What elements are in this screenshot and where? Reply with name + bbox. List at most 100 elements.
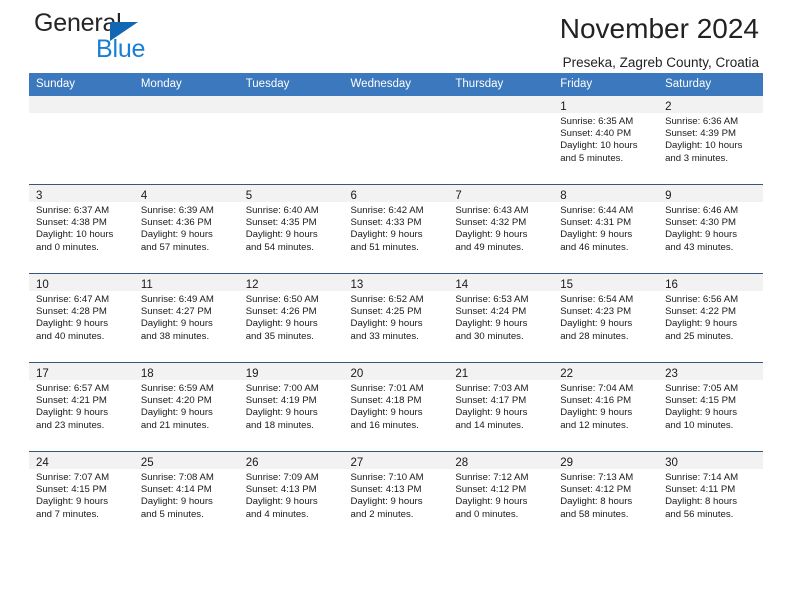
day-detail-line: Daylight: 9 hours [560, 229, 633, 241]
day-cell-content: 22 Sunrise: 7:04 AM Sunset: 4:16 PM Dayligh… [553, 363, 659, 451]
day-detail-line: Sunset: 4:21 PM [36, 395, 107, 407]
day-details: Sunrise: 6:47 AM Sunset: 4:28 PM Daylight:… [29, 291, 134, 343]
calendar-day-cell[interactable]: 15 Sunrise: 6:54 AM Sunset: 4:23 PM Dayligh… [553, 273, 659, 363]
day-number: 30 [665, 457, 678, 469]
calendar-empty-cell [29, 96, 134, 185]
calendar-day-cell[interactable]: 12 Sunrise: 6:50 AM Sunset: 4:26 PM Dayligh… [238, 273, 344, 363]
calendar-day-cell[interactable]: 4 Sunrise: 6:39 AM Sunset: 4:36 PM Daylight… [133, 184, 239, 274]
calendar-day-cell[interactable]: 6 Sunrise: 6:42 AM Sunset: 4:33 PM Daylight… [343, 184, 449, 274]
day-cell-content: 17 Sunrise: 6:57 AM Sunset: 4:21 PM Dayligh… [29, 363, 134, 451]
general-blue-logo[interactable]: General Blue [34, 9, 244, 65]
day-details: Sunrise: 6:49 AM Sunset: 4:27 PM Daylight:… [134, 291, 239, 343]
day-number-band [448, 96, 554, 113]
calendar-day-cell[interactable]: 16 Sunrise: 6:56 AM Sunset: 4:22 PM Dayligh… [658, 273, 763, 363]
day-number: 19 [245, 368, 259, 380]
day-detail-line: Sunrise: 6:42 AM [350, 205, 424, 216]
calendar-day-cell[interactable]: 8 Sunrise: 6:44 AM Sunset: 4:31 PM Daylight… [553, 184, 659, 274]
weekday-header-thursday: Thursday [448, 73, 554, 96]
logo-primary-text: General [34, 9, 122, 37]
day-detail-line: Daylight: 9 hours [560, 318, 633, 330]
day-detail-line: and 30 minutes. [455, 330, 524, 342]
day-detail-line: Sunset: 4:26 PM [245, 306, 317, 318]
day-detail-line: Sunset: 4:25 PM [350, 306, 422, 318]
day-detail-line: Sunset: 4:24 PM [455, 306, 527, 318]
day-details: Sunrise: 6:52 AM Sunset: 4:25 PM Daylight:… [344, 291, 449, 343]
calendar-day-cell[interactable]: 7 Sunrise: 6:43 AM Sunset: 4:32 PM Daylight… [448, 184, 554, 274]
day-cell-content: 10 Sunrise: 6:47 AM Sunset: 4:28 PM Dayligh… [29, 274, 134, 362]
calendar-day-cell[interactable]: 5 Sunrise: 6:40 AM Sunset: 4:35 PM Daylight… [238, 184, 344, 274]
day-number: 4 [140, 190, 148, 202]
day-detail-line: Sunrise: 6:37 AM [36, 205, 110, 216]
calendar-day-cell[interactable]: 28 Sunrise: 7:12 AM Sunset: 4:12 PM Dayligh… [448, 451, 554, 540]
day-details: Sunrise: 7:01 AM Sunset: 4:18 PM Daylight:… [344, 380, 449, 432]
day-detail-line: Sunset: 4:17 PM [455, 395, 527, 407]
day-detail-line: and 28 minutes. [560, 330, 629, 342]
calendar-day-cell[interactable]: 17 Sunrise: 6:57 AM Sunset: 4:21 PM Dayligh… [29, 362, 134, 452]
day-number: 5 [245, 190, 253, 202]
calendar-day-cell[interactable]: 23 Sunrise: 7:05 AM Sunset: 4:15 PM Dayligh… [658, 362, 763, 452]
day-detail-line: Sunset: 4:38 PM [36, 217, 107, 229]
calendar-day-cell[interactable]: 13 Sunrise: 6:52 AM Sunset: 4:25 PM Dayligh… [343, 273, 449, 363]
calendar-day-cell[interactable]: 19 Sunrise: 7:00 AM Sunset: 4:19 PM Dayligh… [238, 362, 344, 452]
day-detail-line: and 16 minutes. [350, 419, 419, 431]
day-detail-line: Sunset: 4:27 PM [140, 306, 212, 318]
day-detail-line: Sunrise: 7:00 AM [245, 383, 319, 394]
day-detail-line: Daylight: 9 hours [140, 229, 213, 241]
calendar-day-cell[interactable]: 18 Sunrise: 6:59 AM Sunset: 4:20 PM Dayligh… [133, 362, 239, 452]
calendar-day-cell[interactable]: 25 Sunrise: 7:08 AM Sunset: 4:14 PM Dayligh… [133, 451, 239, 540]
day-number: 15 [560, 279, 574, 291]
day-number-band: 27 [343, 452, 449, 469]
day-number-band: 18 [133, 363, 239, 380]
day-detail-line: and 0 minutes. [36, 241, 99, 253]
calendar-day-cell[interactable]: 20 Sunrise: 7:01 AM Sunset: 4:18 PM Dayligh… [343, 362, 449, 452]
calendar-day-cell[interactable]: 29 Sunrise: 7:13 AM Sunset: 4:12 PM Dayligh… [553, 451, 659, 540]
day-detail-line: Daylight: 8 hours [560, 496, 633, 508]
calendar-day-cell[interactable]: 3 Sunrise: 6:37 AM Sunset: 4:38 PM Daylight… [29, 184, 134, 274]
day-number-band: 4 [133, 185, 239, 202]
calendar-empty-cell [343, 96, 449, 185]
day-number-band: 24 [29, 452, 134, 469]
day-details [344, 113, 449, 116]
calendar-day-cell[interactable]: 24 Sunrise: 7:07 AM Sunset: 4:15 PM Dayligh… [29, 451, 134, 540]
calendar-day-cell[interactable]: 2 Sunrise: 6:36 AM Sunset: 4:39 PM Daylight… [658, 96, 763, 185]
day-detail-line: and 4 minutes. [245, 508, 309, 520]
day-number-band: 22 [553, 363, 659, 380]
day-details: Sunrise: 7:10 AM Sunset: 4:13 PM Daylight:… [344, 469, 449, 521]
calendar-day-cell[interactable]: 9 Sunrise: 6:46 AM Sunset: 4:30 PM Daylight… [658, 184, 763, 274]
day-details: Sunrise: 7:03 AM Sunset: 4:17 PM Daylight:… [448, 380, 553, 432]
day-detail-line: and 46 minutes. [560, 241, 629, 253]
day-number: 3 [36, 190, 43, 202]
calendar-day-cell[interactable]: 27 Sunrise: 7:10 AM Sunset: 4:13 PM Dayligh… [343, 451, 449, 540]
calendar-day-cell[interactable]: 22 Sunrise: 7:04 AM Sunset: 4:16 PM Dayligh… [553, 362, 659, 452]
day-cell-content: 15 Sunrise: 6:54 AM Sunset: 4:23 PM Dayligh… [553, 274, 659, 362]
calendar-day-cell[interactable]: 10 Sunrise: 6:47 AM Sunset: 4:28 PM Dayligh… [29, 273, 134, 363]
day-number: 17 [36, 368, 49, 380]
day-detail-line: and 33 minutes. [350, 330, 419, 342]
day-details: Sunrise: 6:37 AM Sunset: 4:38 PM Daylight:… [29, 202, 134, 254]
day-cell-content [238, 96, 344, 184]
calendar-day-cell[interactable]: 26 Sunrise: 7:09 AM Sunset: 4:13 PM Dayligh… [238, 451, 344, 540]
day-details: Sunrise: 7:08 AM Sunset: 4:14 PM Daylight:… [134, 469, 239, 521]
day-number: 27 [350, 457, 364, 469]
day-cell-content: 12 Sunrise: 6:50 AM Sunset: 4:26 PM Dayligh… [238, 274, 344, 362]
day-detail-line: Sunrise: 6:43 AM [455, 205, 529, 216]
calendar-day-cell[interactable]: 30 Sunrise: 7:14 AM Sunset: 4:11 PM Dayligh… [658, 451, 763, 540]
day-details: Sunrise: 6:57 AM Sunset: 4:21 PM Daylight:… [29, 380, 134, 432]
day-detail-line: Daylight: 9 hours [140, 318, 213, 330]
calendar-day-cell[interactable]: 21 Sunrise: 7:03 AM Sunset: 4:17 PM Dayligh… [448, 362, 554, 452]
day-cell-content [448, 96, 554, 184]
calendar-day-cell[interactable]: 14 Sunrise: 6:53 AM Sunset: 4:24 PM Dayligh… [448, 273, 554, 363]
day-details: Sunrise: 7:14 AM Sunset: 4:11 PM Daylight:… [658, 469, 763, 521]
day-detail-line: Sunrise: 6:49 AM [140, 294, 214, 305]
day-details: Sunrise: 6:54 AM Sunset: 4:23 PM Daylight:… [553, 291, 658, 343]
day-number-band: 23 [658, 363, 763, 380]
calendar-day-cell[interactable]: 11 Sunrise: 6:49 AM Sunset: 4:27 PM Dayligh… [133, 273, 239, 363]
day-number: 1 [560, 101, 567, 113]
day-number-band: 2 [658, 96, 763, 113]
calendar-day-cell[interactable]: 1 Sunrise: 6:35 AM Sunset: 4:40 PM Daylight… [553, 96, 659, 185]
day-detail-line: Sunset: 4:35 PM [245, 217, 317, 229]
day-number-band [238, 96, 344, 113]
day-detail-line: Daylight: 9 hours [455, 318, 528, 330]
day-detail-line: Sunrise: 6:36 AM [665, 116, 739, 127]
day-detail-line: and 5 minutes. [140, 508, 204, 520]
